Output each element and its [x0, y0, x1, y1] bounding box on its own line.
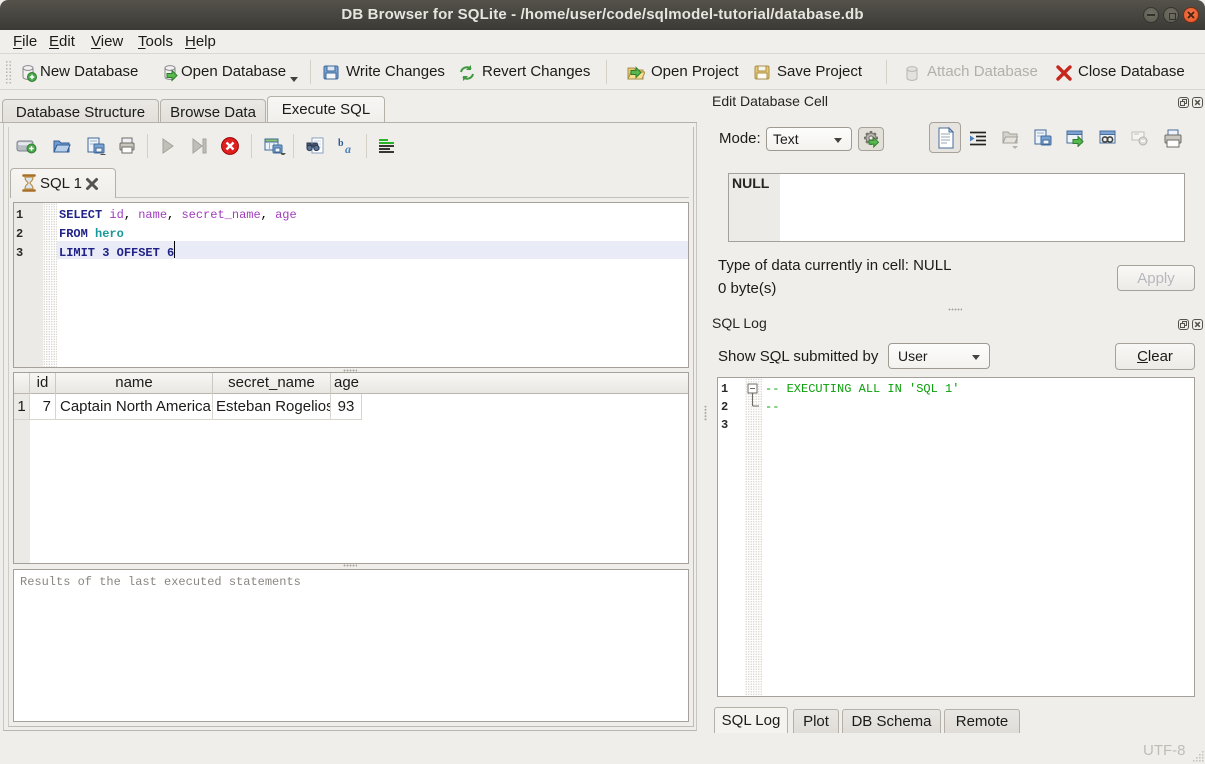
svg-text:b: b	[338, 138, 344, 149]
svg-text:a: a	[345, 142, 351, 155]
